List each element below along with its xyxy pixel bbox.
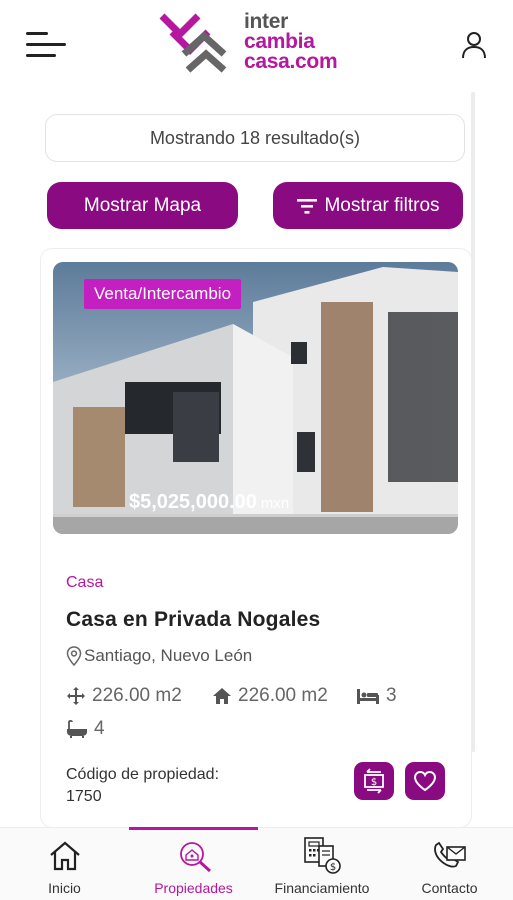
contact-icon xyxy=(433,841,466,868)
favorite-button[interactable] xyxy=(405,762,445,800)
location-pin-icon xyxy=(66,646,82,666)
svg-text:$: $ xyxy=(330,862,336,873)
location-text: Santiago, Nuevo León xyxy=(84,646,253,665)
listing-type-badge: Venta/Intercambio xyxy=(84,279,242,309)
listing-price: $5,025,000.00 mxn xyxy=(129,491,289,514)
price-currency: mxn xyxy=(260,495,290,512)
price-amount: $5,025,000.00 xyxy=(129,491,257,513)
property-location: Santiago, Nuevo León xyxy=(66,646,252,666)
logo-line-1: inter xyxy=(244,10,289,33)
show-filters-button[interactable]: Mostrar filtros xyxy=(273,182,463,229)
nav-item-contacto[interactable]: Contacto xyxy=(386,828,513,900)
home-icon xyxy=(213,688,231,704)
bathrooms-feature: 4 xyxy=(66,718,105,740)
exchange-icon: $ xyxy=(364,768,384,794)
property-search-icon xyxy=(179,842,211,873)
lot-area-value: 226.00 m2 xyxy=(92,685,182,706)
bedrooms-value: 3 xyxy=(386,685,397,706)
exchange-button[interactable]: $ xyxy=(354,762,394,800)
app-header: inter cambia casa.com xyxy=(0,0,513,92)
bathrooms-value: 4 xyxy=(94,718,105,739)
nav-item-inicio[interactable]: Inicio xyxy=(0,828,129,900)
property-title[interactable]: Casa en Privada Nogales xyxy=(66,608,320,632)
logo-mark-icon xyxy=(159,13,227,73)
heart-icon xyxy=(413,770,437,792)
nav-label-propiedades: Propiedades xyxy=(154,880,233,896)
bedrooms-feature: 3 xyxy=(356,685,397,707)
logo-line-3: casa.com xyxy=(244,50,338,73)
svg-text:$: $ xyxy=(371,777,377,788)
nav-item-propiedades[interactable]: Propiedades xyxy=(129,828,258,900)
user-icon[interactable] xyxy=(460,30,488,60)
show-filters-label: Mostrar filtros xyxy=(324,194,440,216)
financing-icon: $ xyxy=(304,837,341,874)
move-arrows-icon xyxy=(67,687,85,705)
bed-icon xyxy=(357,689,379,704)
brand-logo[interactable]: inter cambia casa.com xyxy=(158,10,368,76)
nav-item-financiamiento[interactable]: $ Financiamiento xyxy=(258,828,386,900)
property-code-label: Código de propiedad: xyxy=(66,766,220,783)
nav-active-indicator xyxy=(129,827,258,830)
logo-wordmark: inter cambia casa.com xyxy=(244,10,338,73)
home-icon xyxy=(49,841,80,871)
bottom-navigation: Inicio Propiedades $ Financiamiento Cont… xyxy=(0,827,513,900)
show-map-button[interactable]: Mostrar Mapa xyxy=(47,182,238,229)
bathtub-icon xyxy=(67,719,87,738)
nav-label-contacto: Contacto xyxy=(421,880,478,896)
built-area-feature: 226.00 m2 xyxy=(212,685,328,707)
nav-label-financiamiento: Financiamiento xyxy=(274,880,370,896)
property-category: Casa xyxy=(66,574,104,591)
show-map-label: Mostrar Mapa xyxy=(83,194,202,216)
nav-label-inicio: Inicio xyxy=(48,880,81,896)
property-code-value: 1750 xyxy=(66,788,102,805)
results-count: Mostrando 18 resultado(s) xyxy=(45,114,465,162)
lot-area-feature: 226.00 m2 xyxy=(66,685,182,707)
menu-icon[interactable] xyxy=(26,28,68,62)
filter-icon xyxy=(297,198,318,214)
built-area-value: 226.00 m2 xyxy=(238,685,328,706)
logo-line-2: cambia xyxy=(244,30,315,53)
